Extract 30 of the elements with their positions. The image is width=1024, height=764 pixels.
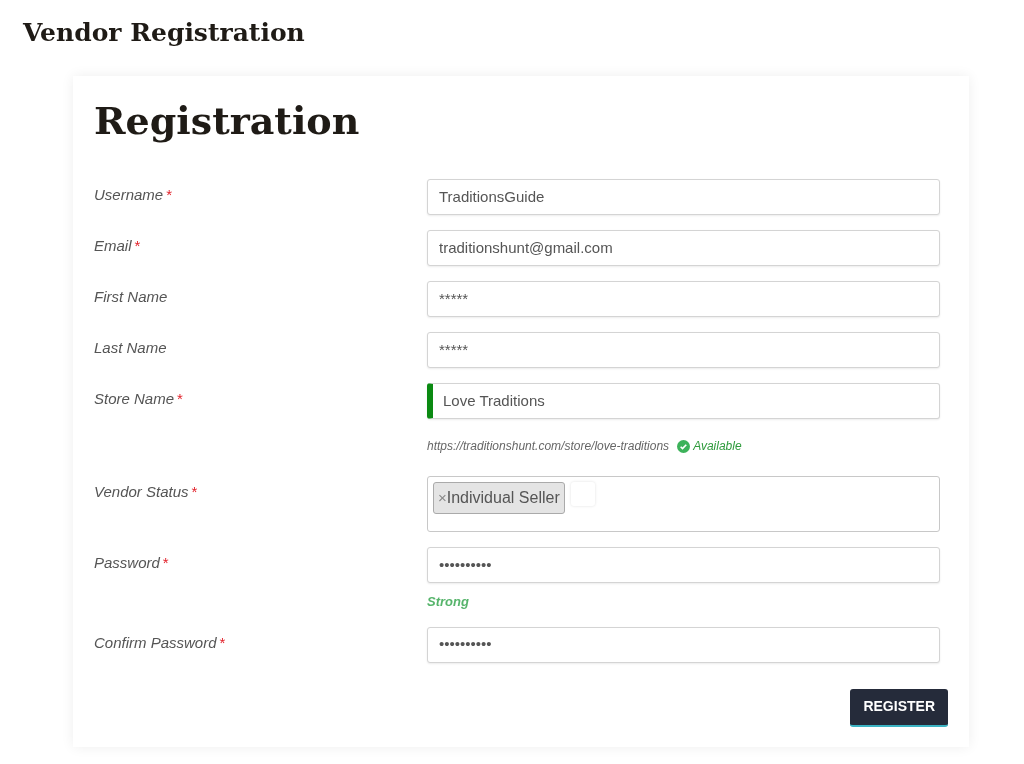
form-title: Registration (94, 97, 361, 145)
required-marker: * (134, 236, 141, 256)
required-marker: * (166, 185, 173, 205)
field-label: First Name (94, 287, 168, 307)
field-label: Email (94, 236, 132, 256)
text-field[interactable]: TraditionsGuide (427, 179, 940, 215)
field-label: Store Name (94, 389, 175, 409)
required-marker: * (191, 482, 198, 502)
text-field[interactable]: ***** (427, 332, 940, 368)
register-button[interactable]: REGISTER (850, 688, 948, 727)
text-field[interactable]: •••••••••• (427, 626, 940, 663)
password-strength: Strong (427, 593, 469, 611)
text-field[interactable]: traditionshunt@gmail.com (427, 230, 940, 266)
field-label: Last Name (94, 338, 167, 358)
text-field[interactable]: ***** (427, 281, 940, 317)
field-label: Password (94, 553, 160, 573)
required-marker: * (177, 389, 183, 409)
text-field[interactable]: Love Traditions (427, 383, 940, 419)
availability-status: Available (693, 438, 742, 455)
tag-select-field[interactable]: ×Individual Seller (427, 476, 940, 532)
required-marker: * (162, 553, 169, 573)
text-field[interactable]: •••••••••• (427, 547, 940, 583)
field-label: Username (94, 185, 164, 205)
tag-label: Individual Seller (446, 488, 560, 508)
store-url: https://traditionshunt.com/store/love-traditions (427, 438, 670, 455)
required-marker: * (219, 632, 226, 653)
check-circle-icon (677, 439, 691, 453)
field-label: Vendor Status (94, 482, 189, 502)
page-title: Vendor Registration (22, 17, 306, 49)
field-label: Confirm Password (94, 632, 217, 653)
